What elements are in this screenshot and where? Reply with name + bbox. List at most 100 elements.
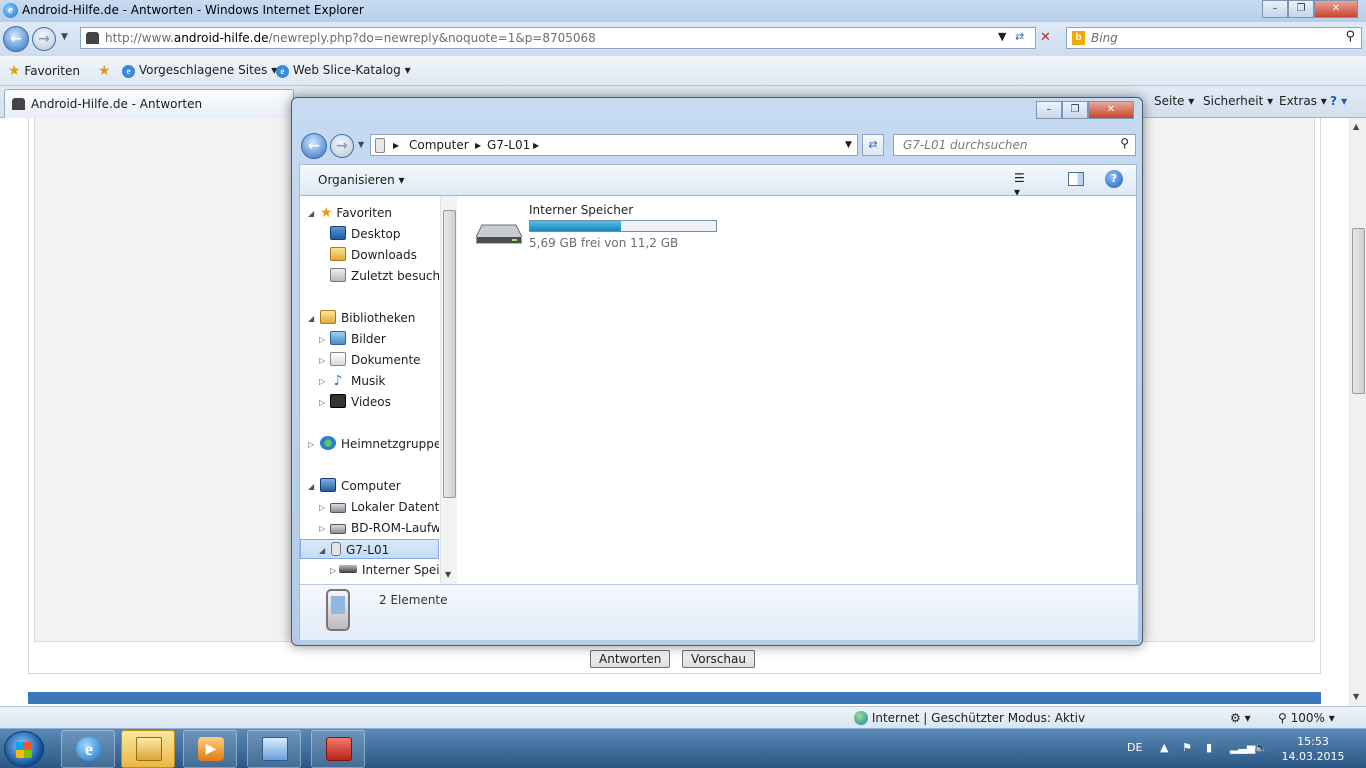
explorer-minimize-button[interactable]: – — [1036, 101, 1062, 119]
back-button[interactable]: ← — [3, 26, 29, 52]
security-zone[interactable]: Internet | Geschützter Modus: Aktiv — [854, 711, 1085, 725]
change-view-icon[interactable]: ☰ ▾ — [1014, 171, 1032, 199]
network-icon[interactable]: ▂▃▅ — [1230, 741, 1255, 754]
device-icon — [375, 138, 385, 153]
web-slice-button[interactable]: e Web Slice-Katalog ▾ — [276, 63, 411, 78]
explorer-refresh-icon[interactable]: ⇄ — [862, 134, 884, 156]
suggested-sites-button[interactable]: e Vorgeschlagene Sites ▾ — [122, 63, 277, 78]
nav-desktop[interactable]: Desktop — [330, 224, 401, 244]
explorer-close-button[interactable]: ✕ — [1088, 101, 1134, 119]
action-center-icon[interactable]: ⚑ — [1182, 741, 1192, 754]
start-button[interactable] — [4, 731, 44, 767]
storage-tile[interactable]: Interner Speicher 5,69 GB frei von 11,2 … — [470, 203, 720, 255]
explorer-forward-button[interactable]: → — [330, 134, 354, 158]
address-bar[interactable]: http://www.android-hilfe.de/newreply.php… — [80, 27, 1036, 49]
stop-icon[interactable]: ✕ — [1040, 30, 1051, 45]
page-menu[interactable]: Seite ▾ — [1154, 94, 1194, 108]
nav-favorites[interactable]: ◢ ★ Favoriten — [308, 203, 392, 223]
file-list: Interner Speicher 5,69 GB frei von 11,2 … — [458, 196, 1137, 584]
explorer-maximize-button[interactable]: ❐ — [1062, 101, 1088, 119]
close-button[interactable]: ✕ — [1314, 0, 1358, 18]
forward-button[interactable]: → — [32, 27, 56, 51]
settings-icon[interactable]: ⚙ ▾ — [1230, 711, 1251, 725]
explorer-search-input[interactable]: G7-L01 durchsuchen ⚲ — [893, 134, 1136, 156]
maximize-button[interactable]: ❐ — [1288, 0, 1314, 18]
safety-menu[interactable]: Sicherheit ▾ — [1203, 94, 1273, 108]
language-indicator[interactable]: DE — [1127, 741, 1142, 754]
taskbar-toolbox[interactable] — [311, 730, 365, 768]
storage-name: Interner Speicher — [529, 203, 634, 217]
scroll-thumb[interactable] — [443, 210, 456, 498]
nav-computer[interactable]: ◢ Computer — [308, 476, 401, 496]
breadcrumb-arrow-icon[interactable]: ▶ — [533, 141, 539, 150]
add-favorite-icon[interactable]: ★ — [98, 63, 111, 79]
videos-icon — [330, 394, 346, 408]
nav-videos[interactable]: ▷ Videos — [319, 392, 391, 412]
zoom-control[interactable]: ⚲ 100% ▾ — [1278, 711, 1335, 725]
storage-info: 5,69 GB frei von 11,2 GB — [529, 236, 679, 250]
explorer-address-bar[interactable]: ▶ Computer ▶ G7-L01 ▶ ▼ — [370, 134, 858, 156]
explorer-body: ◢ ★ Favoriten Desktop Downloads Zuletzt b… — [299, 195, 1138, 640]
search-icon[interactable]: ⚲ — [1345, 29, 1355, 44]
nav-bd-rom[interactable]: ▷BD-ROM-Laufwerk — [319, 518, 439, 538]
address-dropdown-icon[interactable]: ▼ — [845, 140, 852, 150]
navigation-pane: ◢ ★ Favoriten Desktop Downloads Zuletzt b… — [300, 196, 439, 584]
search-box[interactable]: b Bing ⚲ — [1066, 27, 1362, 49]
nav-downloads[interactable]: Downloads — [330, 245, 417, 265]
ie-title-bar: e Android-Hilfe.de - Antworten - Windows… — [0, 0, 1366, 22]
extras-menu[interactable]: Extras ▾ — [1279, 94, 1327, 108]
address-url[interactable]: http://www.android-hilfe.de/newreply.php… — [105, 31, 596, 45]
nav-internal-storage[interactable]: ▷Interner Speicher — [330, 560, 439, 580]
recent-pages-dropdown-icon[interactable]: ▼ — [358, 140, 364, 149]
tab-android-hilfe[interactable]: Android-Hilfe.de - Antworten — [4, 89, 294, 118]
address-dropdown-icon[interactable]: ▼ — [998, 30, 1006, 43]
breadcrumb-arrow-icon[interactable]: ▶ — [475, 141, 481, 150]
battery-icon[interactable]: ▮ — [1206, 741, 1212, 754]
taskbar-internet-explorer[interactable]: e — [61, 730, 115, 768]
breadcrumb-device[interactable]: G7-L01 — [487, 138, 530, 152]
taskbar-control-panel[interactable] — [247, 730, 301, 768]
ie-page-icon: e — [276, 65, 289, 78]
nav-music[interactable]: ▷ ♪ Musik — [319, 371, 386, 391]
taskbar: e ▶ DE ▲ ⚑ ▮ ▂▃▅ 🔈 15:53 14.03.2015 — [0, 728, 1366, 768]
taskbar-media-player[interactable]: ▶ — [183, 730, 237, 768]
nav-local-disk[interactable]: ▷Lokaler Datenträger (C:) — [319, 497, 439, 517]
nav-device[interactable]: ◢ G7-L01 — [300, 539, 439, 559]
scroll-up-icon[interactable]: ▲ — [1353, 122, 1359, 131]
scroll-thumb[interactable] — [1352, 228, 1365, 394]
details-pane: 2 Elemente — [300, 584, 1138, 640]
taskbar-explorer[interactable] — [121, 730, 175, 768]
help-icon[interactable]: ? ▾ — [1330, 94, 1347, 108]
history-dropdown-icon[interactable]: ▼ — [61, 32, 68, 42]
item-count: 2 Elemente — [379, 593, 448, 607]
breadcrumb-arrow-icon[interactable]: ▶ — [393, 141, 399, 150]
preview-pane-icon[interactable] — [1068, 172, 1084, 186]
scroll-down-icon[interactable]: ▼ — [1353, 692, 1359, 701]
globe-icon — [854, 711, 868, 725]
search-icon[interactable]: ⚲ — [1120, 136, 1129, 150]
nav-documents[interactable]: ▷ Dokumente — [319, 350, 421, 370]
ie-page-icon: e — [122, 65, 135, 78]
scroll-down-icon[interactable]: ▼ — [445, 570, 451, 579]
page-scrollbar[interactable]: ▲ ▼ — [1349, 118, 1366, 706]
system-clock[interactable]: 15:53 14.03.2015 — [1280, 734, 1346, 764]
explorer-back-button[interactable]: ← — [301, 133, 327, 159]
show-hidden-icons[interactable]: ▲ — [1160, 741, 1168, 754]
navigation-pane-scrollbar[interactable]: ▼ — [440, 196, 457, 584]
organize-button[interactable]: Organisieren ▾ — [318, 173, 405, 187]
minimize-button[interactable]: – — [1262, 0, 1288, 18]
reply-button[interactable]: Antworten — [590, 650, 671, 668]
preview-button[interactable]: Vorschau — [682, 650, 755, 668]
refresh-icon[interactable]: ⇄ — [1015, 30, 1024, 43]
help-icon[interactable]: ? — [1105, 170, 1123, 188]
computer-icon — [320, 478, 336, 492]
media-player-icon: ▶ — [198, 737, 224, 761]
nav-recent[interactable]: Zuletzt besucht — [330, 266, 439, 286]
storage-drive-icon — [476, 224, 522, 244]
nav-libraries[interactable]: ◢ Bibliotheken — [308, 308, 415, 328]
nav-pictures[interactable]: ▷ Bilder — [319, 329, 386, 349]
volume-icon[interactable]: 🔈 — [1254, 741, 1268, 754]
breadcrumb-computer[interactable]: Computer — [409, 138, 469, 152]
favorites-button[interactable]: ★ Favoriten — [8, 63, 80, 79]
nav-homegroup[interactable]: ▷ Heimnetzgruppe — [308, 434, 439, 454]
